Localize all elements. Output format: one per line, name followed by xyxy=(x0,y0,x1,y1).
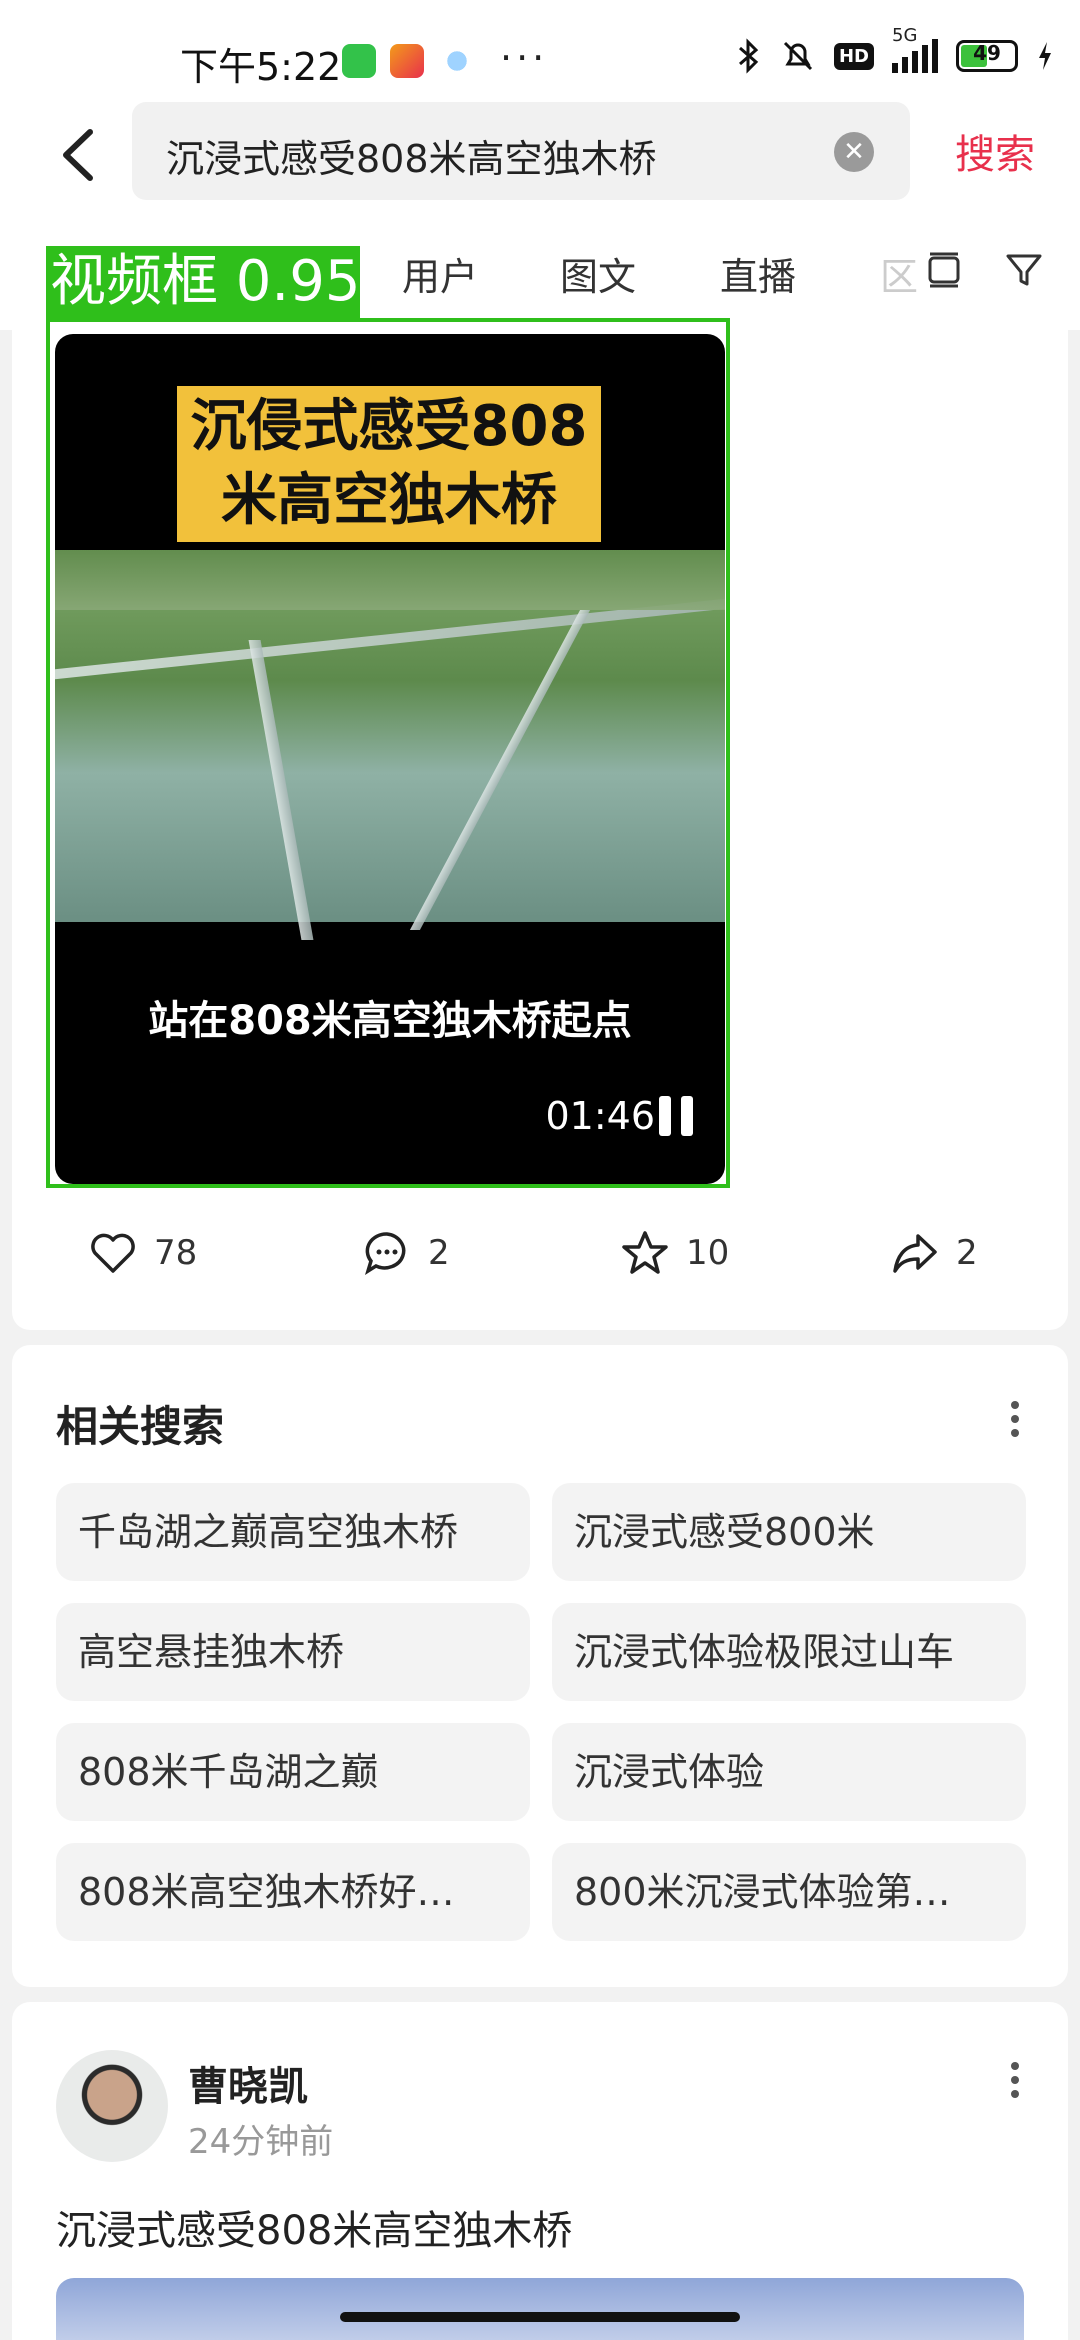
battery-level: 49 xyxy=(973,41,1001,65)
comment-icon xyxy=(364,1232,406,1275)
status-bar: 下午5:22 ··· HD 5G 49 xyxy=(0,0,1080,100)
related-chip[interactable]: 808米高空独木桥好… xyxy=(56,1843,530,1941)
like-button[interactable]: 78 xyxy=(88,1228,197,1278)
related-chip[interactable]: 800米沉浸式体验第… xyxy=(552,1843,1026,1941)
search-query: 沉浸式感受808米高空独木桥 xyxy=(166,137,657,181)
tab-more[interactable]: 区 xyxy=(880,246,918,301)
related-chip[interactable]: 沉浸式体验 xyxy=(552,1723,1026,1821)
favorite-count: 10 xyxy=(686,1233,730,1273)
share-icon xyxy=(893,1234,937,1273)
related-chip[interactable]: 808米千岛湖之巅 xyxy=(56,1723,530,1821)
tab-posts[interactable]: 图文 xyxy=(560,246,636,301)
author-name[interactable]: 曹晓凯 xyxy=(188,2054,308,2112)
status-icons: HD 5G 49 xyxy=(736,25,1054,74)
post-actions: 78 2 10 2 xyxy=(0,1220,1080,1290)
search-input[interactable]: 沉浸式感受808米高空独木桥 ✕ xyxy=(132,102,910,200)
tab-live[interactable]: 直播 xyxy=(720,246,796,301)
heart-icon xyxy=(91,1233,135,1273)
avatar[interactable] xyxy=(56,2050,168,2162)
battery-icon: 49 xyxy=(956,40,1018,72)
app-notification-icon xyxy=(440,44,474,78)
related-title: 相关搜索 xyxy=(56,1402,225,1451)
clear-search-icon[interactable]: ✕ xyxy=(834,132,874,172)
search-button[interactable]: 搜索 xyxy=(955,122,1035,180)
post-time: 24分钟前 xyxy=(188,2122,334,2162)
related-chip[interactable]: 千岛湖之巅高空独木桥 xyxy=(56,1483,530,1581)
back-button[interactable] xyxy=(50,120,110,190)
search-header: 沉浸式感受808米高空独木桥 ✕ 搜索 xyxy=(0,100,1080,210)
detection-box xyxy=(46,318,730,1188)
more-notifications-icon: ··· xyxy=(500,36,549,80)
post-image[interactable] xyxy=(56,2278,1024,2340)
detection-label: 视频框 0.95 xyxy=(46,246,361,318)
hd-badge: HD xyxy=(833,42,874,70)
related-searches: 相关搜索 千岛湖之巅高空独木桥 沉浸式感受800米 高空悬挂独木桥 沉浸式体验极… xyxy=(12,1345,1068,1987)
post-more-icon[interactable] xyxy=(1009,2058,1021,2104)
post-text[interactable]: 沉浸式感受808米高空独木桥 xyxy=(56,2198,572,2256)
favorite-button[interactable]: 10 xyxy=(620,1228,729,1278)
cellular-signal: 5G xyxy=(892,25,938,73)
related-chip[interactable]: 高空悬挂独木桥 xyxy=(56,1603,530,1701)
share-count: 2 xyxy=(956,1233,978,1273)
charging-icon xyxy=(1039,42,1051,70)
post-card: 曹晓凯 24分钟前 沉浸式感受808米高空独木桥 xyxy=(12,2002,1068,2340)
bluetooth-icon xyxy=(738,38,759,74)
comment-button[interactable]: 2 xyxy=(362,1228,450,1278)
like-count: 78 xyxy=(154,1233,198,1273)
app-notification-icon xyxy=(390,44,424,78)
tab-users[interactable]: 用户 xyxy=(402,246,478,301)
related-chip[interactable]: 沉浸式体验极限过山车 xyxy=(552,1603,1026,1701)
star-icon xyxy=(622,1231,668,1274)
app-notification-icon xyxy=(342,44,376,78)
home-indicator[interactable] xyxy=(340,2312,740,2322)
comment-count: 2 xyxy=(428,1233,450,1273)
share-button[interactable]: 2 xyxy=(890,1228,978,1278)
network-type: 5G xyxy=(892,25,918,46)
more-options-icon[interactable] xyxy=(1009,1397,1021,1443)
related-chip[interactable]: 沉浸式感受800米 xyxy=(552,1483,1026,1581)
mute-bell-icon xyxy=(783,41,813,71)
layout-toggle-icon[interactable] xyxy=(922,248,966,292)
status-time: 下午5:22 xyxy=(180,45,342,89)
filter-icon[interactable] xyxy=(1002,248,1046,292)
